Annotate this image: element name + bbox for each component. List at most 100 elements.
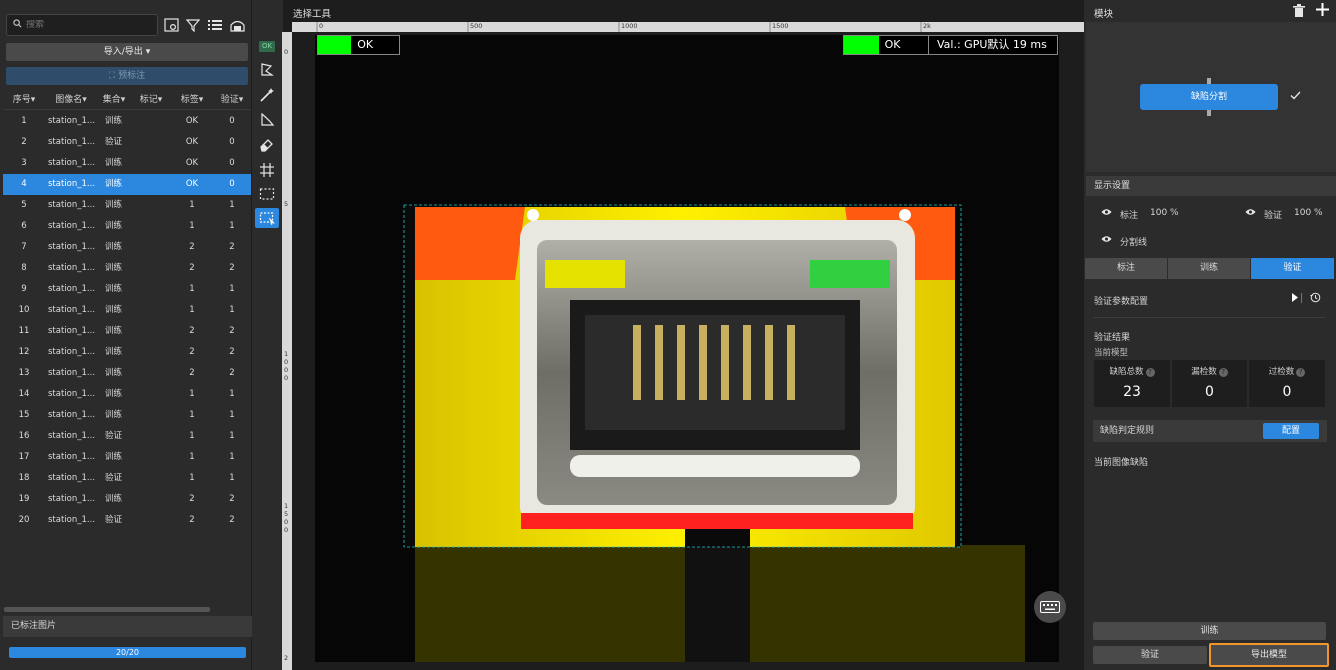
cell-image-name: station_1... [48,389,96,399]
cell-mark [131,153,171,174]
cell-set: 训练 [105,284,123,294]
cell-set: 训练 [105,494,123,504]
tab-train[interactable]: 训练 [1168,258,1250,279]
cell-tag: 1 [189,389,195,399]
table-row[interactable]: 6 station_1... 训练 1 1 [3,216,251,237]
segmentation-line-label: 分割线 [1120,238,1148,248]
cell-index: 19 [18,494,30,504]
help-icon[interactable]: ? [1145,368,1155,377]
cell-image-name: station_1... [48,473,96,483]
select-tool-icon[interactable] [255,208,279,228]
cell-verify: 1 [229,221,235,231]
cell-index: 20 [18,515,30,525]
tab-verify[interactable]: 验证 [1251,258,1334,279]
import-export-button[interactable]: 导入/导出 ▾ [6,43,248,61]
ruler-tick-label: 0 [284,374,289,382]
cell-mark [131,342,171,363]
col-verify[interactable]: 验证▾ [213,90,251,109]
col-image-name[interactable]: 图像名▾ [45,90,97,109]
layout-toggle-icon[interactable] [228,16,246,34]
table-row[interactable]: 19 station_1... 训练 2 2 [3,489,251,510]
eye-icon[interactable] [1101,235,1112,246]
rect-select-tool-icon[interactable] [257,185,277,203]
polygon-tool-icon[interactable] [257,61,277,79]
help-icon[interactable]: ? [1218,368,1228,377]
cell-image-name: station_1... [48,221,96,231]
table-row[interactable]: 17 station_1... 训练 1 1 [3,447,251,468]
history-reset-icon[interactable] [1310,292,1321,306]
table-row[interactable]: 8 station_1... 训练 2 2 [3,258,251,279]
cell-image-name: station_1... [48,515,96,525]
table-row[interactable]: 3 station_1... 训练 OK 0 [3,153,251,174]
annotation-opacity[interactable]: 100 % [1150,208,1179,218]
table-row[interactable]: 16 station_1... 验证 1 1 [3,426,251,447]
defect-segmentation-module[interactable]: 缺陷分割 [1140,84,1278,110]
col-index[interactable]: 序号▾ [3,90,45,109]
eraser-tool-icon[interactable] [257,136,277,154]
magic-wand-tool-icon[interactable] [257,86,277,104]
table-row[interactable]: 11 station_1... 训练 2 2 [3,321,251,342]
table-row[interactable]: 10 station_1... 训练 1 1 [3,300,251,321]
table-row[interactable]: 20 station_1... 验证 2 2 [3,510,251,531]
cell-tag: 1 [189,305,195,315]
cell-set: 训练 [105,263,123,273]
cell-tag: 1 [189,410,195,420]
cell-set: 训练 [105,179,123,189]
keyboard-shortcut-icon[interactable] [1034,591,1066,623]
col-set[interactable]: 集合▾ [97,90,131,109]
play-icon[interactable] [1292,293,1298,305]
list-view-icon[interactable] [206,16,224,34]
cell-set: 训练 [105,305,123,315]
cell-verify: 2 [229,368,235,378]
eye-icon[interactable] [1245,208,1256,219]
cell-image-name: station_1... [48,305,96,315]
cell-set: 验证 [105,137,123,147]
image-filter-icon[interactable] [162,16,180,34]
grid-tool-icon[interactable] [257,161,277,179]
table-row[interactable]: 7 station_1... 训练 2 2 [3,237,251,258]
search-input[interactable] [26,20,146,30]
train-button[interactable]: 训练 [1093,622,1326,640]
cell-verify: 1 [229,452,235,462]
col-mark[interactable]: 标记▾ [131,90,171,109]
search-box[interactable] [6,14,158,36]
table-row[interactable]: 15 station_1... 训练 1 1 [3,405,251,426]
col-tag[interactable]: 标签▾ [171,90,213,109]
cell-verify: 1 [229,284,235,294]
add-module-icon[interactable] [1316,3,1330,17]
table-row[interactable]: 4 station_1... 训练 OK 0 [3,174,251,195]
verify-button[interactable]: 验证 [1093,646,1207,664]
help-icon[interactable]: ? [1296,368,1306,377]
table-row[interactable]: 9 station_1... 训练 1 1 [3,279,251,300]
ruler-tick-label: 0 [284,48,289,56]
verify-opacity[interactable]: 100 % [1294,208,1323,218]
cell-mark [131,363,171,384]
config-button[interactable]: 配置 [1263,423,1319,439]
table-row[interactable]: 18 station_1... 验证 1 1 [3,468,251,489]
table-row[interactable]: 2 station_1... 验证 OK 0 [3,132,251,153]
cell-index: 4 [21,179,27,189]
horizontal-scrollbar[interactable] [4,607,210,612]
current-image-defects-label: 当前图像缺陷 [1094,458,1149,468]
cell-verify: 2 [229,326,235,336]
cell-tag: 2 [189,242,195,252]
lasso-tool-icon[interactable] [257,111,277,129]
inspection-image[interactable] [315,35,1059,662]
table-row[interactable]: 1 station_1... 训练 OK 0 [3,111,251,132]
eye-icon[interactable] [1101,208,1112,219]
table-row[interactable]: 5 station_1... 训练 1 1 [3,195,251,216]
filter-icon[interactable] [184,16,202,34]
cell-verify: 2 [229,515,235,525]
verify-param-config-label[interactable]: 验证参数配置 [1094,294,1148,307]
quick-label-button[interactable]: ⛶ 预标注 [6,67,248,85]
table-row[interactable]: 14 station_1... 训练 1 1 [3,384,251,405]
table-row[interactable]: 13 station_1... 训练 2 2 [3,363,251,384]
table-row[interactable]: 12 station_1... 训练 2 2 [3,342,251,363]
stat-missed: 漏检数? 0 [1172,360,1247,407]
pre-label-icon: ⛶ [108,71,116,81]
trash-icon[interactable] [1293,4,1307,18]
cell-index: 17 [18,452,30,462]
ruler-tick-label: 2k [923,22,931,30]
tab-annotate[interactable]: 标注 [1085,258,1167,279]
export-model-button[interactable]: 导出模型 [1209,643,1329,667]
